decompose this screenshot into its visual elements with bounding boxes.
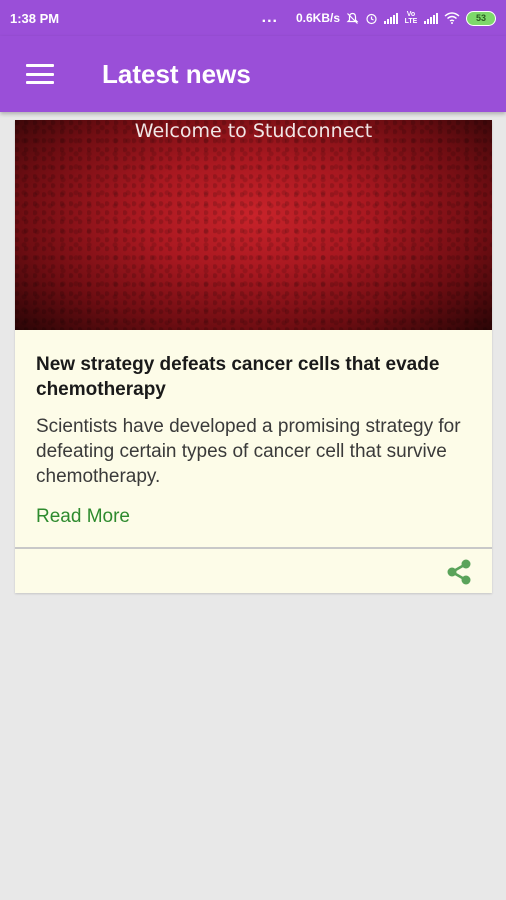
hamburger-menu-icon[interactable] — [26, 64, 54, 84]
app-bar: Latest news — [0, 36, 506, 112]
image-caption: Welcome to Studconnect — [134, 120, 373, 142]
battery-icon: 53 — [466, 10, 496, 26]
network-speed: 0.6KB/s — [295, 11, 340, 25]
mute-icon — [346, 12, 359, 24]
alarm-icon — [366, 13, 377, 24]
news-description: Scientists have developed a promising st… — [36, 416, 461, 487]
share-icon[interactable] — [445, 558, 473, 586]
signal-icon — [384, 12, 398, 24]
volte-icon: Vo LTE — [404, 11, 418, 25]
status-icons: ... 0.6KB/s Vo LTE 53 — [261, 9, 496, 26]
news-title: New strategy defeats cancer cells that e… — [36, 354, 440, 400]
divider — [15, 547, 492, 549]
wifi-icon — [444, 12, 460, 24]
status-time: 1:38 PM — [10, 10, 60, 26]
news-image: Welcome to Studconnect — [15, 120, 492, 330]
card-body: New strategy defeats cancer cells that e… — [15, 330, 492, 528]
more-notifications-icon: ... — [261, 9, 278, 26]
read-more-link[interactable]: Read More — [36, 506, 130, 528]
signal-icon-2 — [424, 12, 438, 24]
page-title: Latest news — [102, 58, 251, 89]
news-card[interactable]: Welcome to Studconnect New strategy defe… — [15, 120, 492, 593]
status-bar: 1:38 PM ... 0.6KB/s Vo LTE 53 — [0, 0, 506, 36]
